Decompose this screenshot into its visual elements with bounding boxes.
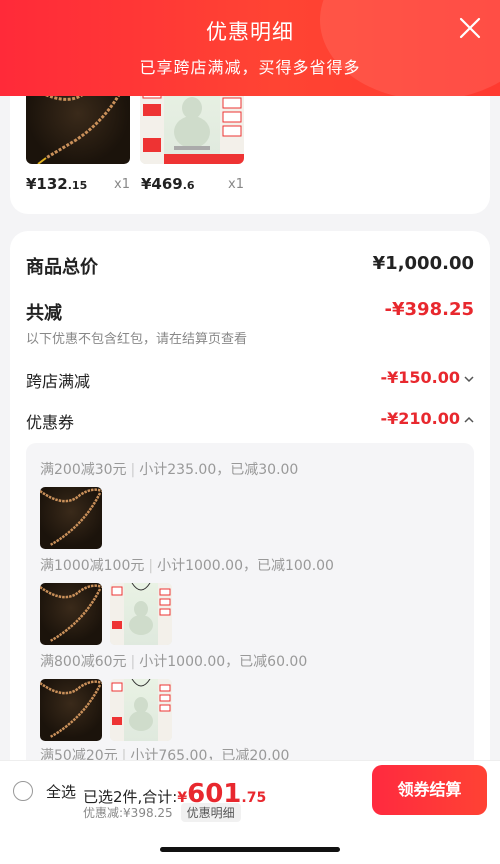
coupon-detail-panel: 满200减30元 | 小计235.00，已减30.00 满1000减100元 | 小计1… bbox=[26, 443, 474, 791]
total-reduce-row: 共减 -¥398.25 bbox=[26, 299, 474, 325]
coupon-item-necklace[interactable] bbox=[40, 487, 102, 549]
close-icon[interactable] bbox=[458, 16, 482, 40]
discount-note: 以下优惠不包含红包，请在结算页查看 bbox=[26, 332, 248, 347]
coupon-item-necklace[interactable] bbox=[40, 679, 102, 741]
item-quantity: x1 bbox=[114, 177, 130, 192]
item-quantity: x1 bbox=[228, 177, 244, 192]
header-subtitle: 已享跨店满减，买得多省得多 bbox=[139, 58, 361, 77]
cross-store-label: 跨店满减 bbox=[26, 372, 91, 391]
total-reduce-label: 共减 bbox=[26, 303, 62, 324]
item-card: ¥132.15 x1 ¥469.6 x1 bbox=[10, 80, 490, 214]
coupon-value: -¥210.00 bbox=[380, 409, 474, 428]
select-all-label[interactable]: 全选 bbox=[46, 781, 76, 802]
home-indicator bbox=[160, 847, 340, 852]
coupon-item-jade-buddha[interactable] bbox=[110, 583, 172, 645]
discount-summary: 优惠减:¥398.25 优惠明细 bbox=[83, 803, 241, 822]
coupon-item-necklace[interactable] bbox=[40, 583, 102, 645]
discount-detail-link[interactable]: 优惠明细 bbox=[180, 803, 241, 822]
total-price-row: 商品总价 ¥1,000.00 bbox=[26, 253, 474, 279]
header-decoration bbox=[320, 0, 500, 96]
cross-store-row[interactable]: 跨店满减 -¥150.00 bbox=[26, 368, 474, 392]
coupon-row[interactable]: 优惠券 -¥210.00 bbox=[26, 409, 474, 433]
coupon-rule-line: 满1000减100元 | 小计1000.00，已减100.00 bbox=[40, 558, 334, 574]
coupon-item-jade-buddha[interactable] bbox=[110, 679, 172, 741]
total-price-label: 商品总价 bbox=[26, 257, 98, 278]
cross-store-value: -¥150.00 bbox=[380, 368, 474, 387]
item-price: ¥469.6 bbox=[141, 175, 195, 193]
item-price: ¥132.15 bbox=[26, 175, 88, 193]
total-price-value: ¥1,000.00 bbox=[372, 253, 474, 274]
select-all-radio[interactable] bbox=[13, 781, 33, 801]
header-title: 优惠明细 bbox=[206, 20, 294, 44]
coupon-label: 优惠券 bbox=[26, 413, 75, 432]
checkout-bar: 全选 已选2件,合计:¥601.75 优惠减:¥398.25 优惠明细 领券结算 bbox=[0, 760, 500, 864]
summary-card: 商品总价 ¥1,000.00 共减 -¥398.25 以下优惠不包含红包，请在结… bbox=[10, 231, 490, 791]
coupon-rule-line: 满200减30元 | 小计235.00，已减30.00 bbox=[40, 462, 299, 478]
total-reduce-value: -¥398.25 bbox=[384, 299, 474, 320]
discount-detail-header: 优惠明细 已享跨店满减，买得多省得多 bbox=[0, 0, 500, 96]
checkout-button[interactable]: 领券结算 bbox=[372, 765, 487, 815]
chevron-down-icon bbox=[464, 372, 474, 386]
chevron-up-icon bbox=[464, 413, 474, 427]
coupon-rule-line: 满800减60元 | 小计1000.00，已减60.00 bbox=[40, 654, 308, 670]
